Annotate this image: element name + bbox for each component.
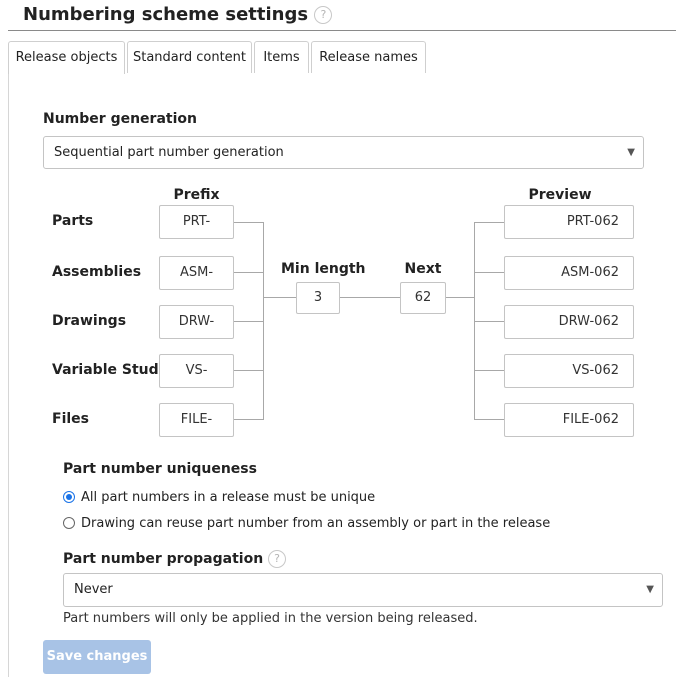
connector-line bbox=[234, 272, 264, 273]
preview-variable-studios: VS-062 bbox=[504, 354, 634, 388]
page-title-text: Numbering scheme settings bbox=[23, 4, 309, 25]
help-icon[interactable]: ? bbox=[268, 550, 287, 568]
tab-items[interactable]: Items bbox=[254, 41, 309, 73]
connector-line bbox=[474, 272, 504, 273]
uniqueness-label: Part number uniqueness bbox=[63, 461, 257, 477]
prefix-input-variable-studios[interactable]: VS- bbox=[159, 354, 234, 388]
row-label-assemblies: Assemblies bbox=[52, 264, 142, 280]
prefix-input-files[interactable]: FILE- bbox=[159, 403, 234, 437]
prefix-input-drawings[interactable]: DRW- bbox=[159, 305, 234, 339]
tab-release-names[interactable]: Release names bbox=[311, 41, 426, 73]
row-label-files: Files bbox=[52, 411, 89, 427]
min-length-label: Min length bbox=[281, 261, 366, 277]
connector-line bbox=[263, 222, 264, 420]
connector-line bbox=[474, 321, 504, 322]
preview-assemblies: ASM-062 bbox=[504, 256, 634, 290]
radio-unique-all-label[interactable]: All part numbers in a release must be un… bbox=[81, 490, 375, 505]
prefix-input-assemblies[interactable]: ASM- bbox=[159, 256, 234, 290]
preview-files: FILE-062 bbox=[504, 403, 634, 437]
connector-line bbox=[474, 222, 504, 223]
min-length-input[interactable]: 3 bbox=[296, 282, 340, 314]
connector-line bbox=[234, 419, 264, 420]
number-generation-value: Sequential part number generation bbox=[54, 145, 284, 160]
propagation-select[interactable]: Never ▼ bbox=[63, 573, 663, 607]
propagation-note: Part numbers will only be applied in the… bbox=[63, 611, 478, 626]
connector-line bbox=[234, 370, 264, 371]
connector-line bbox=[234, 222, 264, 223]
connector-line bbox=[446, 297, 475, 298]
preview-column-header: Preview bbox=[528, 187, 592, 203]
caret-down-icon: ▼ bbox=[646, 584, 654, 595]
preview-drawings: DRW-062 bbox=[504, 305, 634, 339]
preview-parts: PRT-062 bbox=[504, 205, 634, 239]
connector-line bbox=[263, 297, 296, 298]
save-changes-button[interactable]: Save changes bbox=[43, 640, 151, 674]
help-icon[interactable]: ? bbox=[314, 6, 333, 24]
connector-line bbox=[234, 321, 264, 322]
title-divider bbox=[8, 30, 676, 31]
propagation-label-text: Part number propagation bbox=[63, 551, 264, 567]
tab-release-objects[interactable]: Release objects bbox=[8, 41, 125, 74]
next-label: Next bbox=[404, 261, 442, 277]
prefix-input-parts[interactable]: PRT- bbox=[159, 205, 234, 239]
number-generation-select[interactable]: Sequential part number generation ▼ bbox=[43, 136, 644, 169]
page-title: Numbering scheme settings ? bbox=[23, 4, 333, 25]
tab-standard-content[interactable]: Standard content bbox=[127, 41, 252, 73]
row-label-parts: Parts bbox=[52, 213, 94, 229]
connector-line bbox=[340, 297, 400, 298]
radio-drawing-reuse[interactable] bbox=[63, 517, 75, 529]
number-generation-label: Number generation bbox=[43, 111, 197, 127]
prefix-column-header: Prefix bbox=[173, 187, 220, 203]
row-label-drawings: Drawings bbox=[52, 313, 127, 329]
propagation-label: Part number propagation ? bbox=[63, 550, 287, 568]
radio-drawing-reuse-label[interactable]: Drawing can reuse part number from an as… bbox=[81, 516, 550, 531]
next-input[interactable]: 62 bbox=[400, 282, 446, 314]
radio-unique-all[interactable] bbox=[63, 491, 75, 503]
connector-line bbox=[474, 370, 504, 371]
connector-line bbox=[474, 419, 504, 420]
propagation-value: Never bbox=[74, 582, 113, 597]
caret-down-icon: ▼ bbox=[627, 146, 635, 158]
